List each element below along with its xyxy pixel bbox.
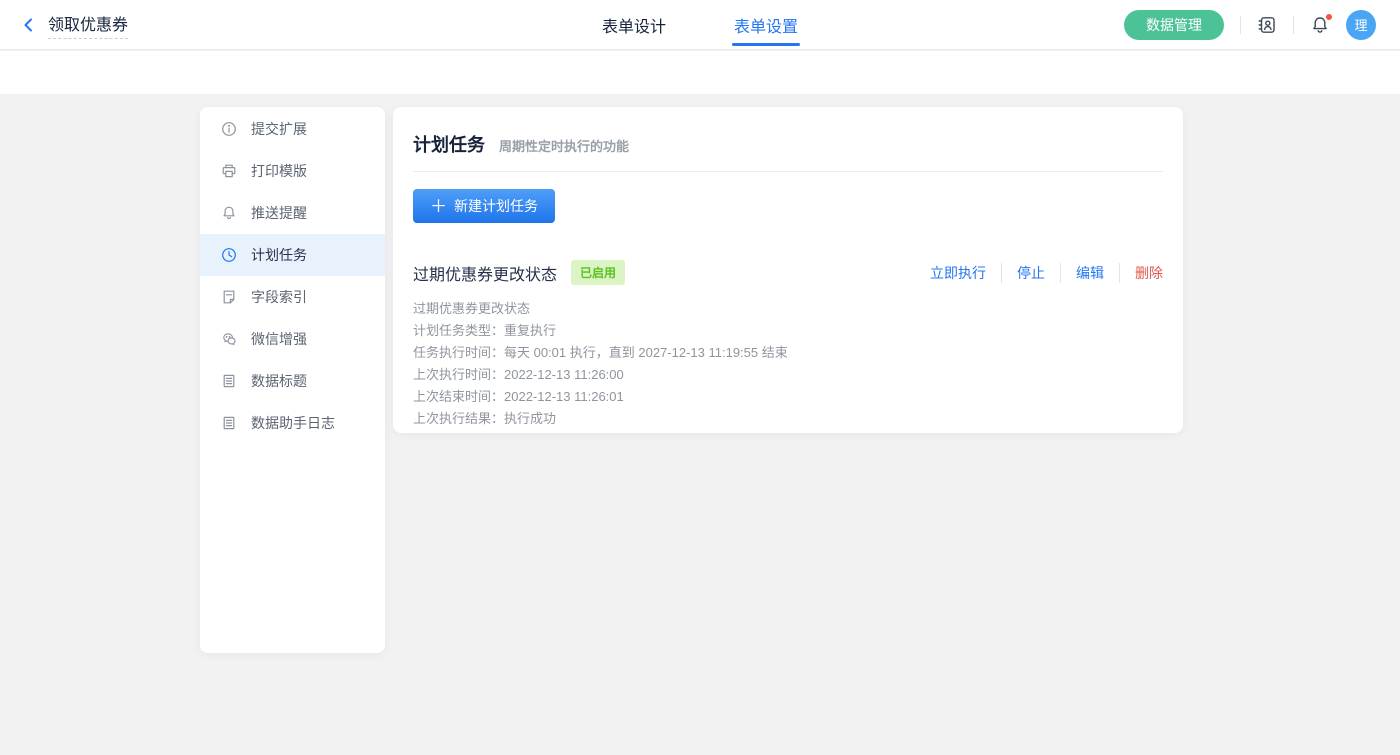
sidebar-item-label: 微信增强 [251, 329, 307, 349]
sidebar-item-label: 字段索引 [251, 287, 307, 307]
divider [1293, 16, 1294, 34]
avatar[interactable]: 理 [1346, 10, 1376, 40]
file-icon [221, 289, 237, 305]
task-action-link[interactable]: 删除 [1119, 263, 1163, 283]
task-detail-line: 上次执行结果：执行成功 [413, 408, 1163, 430]
content-area: 提交扩展 打印模版 推送提醒 计划任务 字段索引 [0, 94, 1400, 755]
task-action-link[interactable]: 停止 [1001, 263, 1045, 283]
sidebar-item[interactable]: 打印模版 [200, 150, 385, 192]
sidebar-item[interactable]: 数据助手日志 [200, 402, 385, 444]
list-icon [221, 373, 237, 389]
sub-header-band [0, 51, 1400, 94]
task-detail-line: 过期优惠券更改状态 [413, 298, 1163, 320]
task-detail-line: 上次结束时间：2022-12-13 11:26:01 [413, 386, 1163, 408]
tab-label: 表单设置 [734, 13, 798, 37]
chevron-left-icon [20, 16, 38, 34]
info-icon [221, 121, 237, 137]
clock-icon [221, 247, 237, 263]
task-detail-line: 任务执行时间：每天 00:01 执行，直到 2027-12-13 11:19:5… [413, 342, 1163, 364]
back-button[interactable] [20, 16, 38, 34]
divider [1240, 16, 1241, 34]
task-header-row: 过期优惠券更改状态 已启用 立即执行 停止 编辑 删除 [413, 260, 1163, 285]
sidebar-item[interactable]: 数据标题 [200, 360, 385, 402]
task-action-link[interactable]: 编辑 [1060, 263, 1104, 283]
sidebar-item-label: 数据标题 [251, 371, 307, 391]
scheduled-tasks-panel: 计划任务 周期性定时执行的功能 ＋ 新建计划任务 过期优惠券更改状态 已启用 立… [393, 107, 1183, 433]
header-tab[interactable]: 表单设计 [600, 0, 668, 49]
page-title: 计划任务 [413, 131, 485, 157]
list-icon [221, 415, 237, 431]
new-scheduled-task-button[interactable]: ＋ 新建计划任务 [413, 189, 555, 223]
task-details: 过期优惠券更改状态 计划任务类型：重复执行 任务执行时间：每天 00:01 执行… [413, 298, 1163, 430]
tab-label: 表单设计 [602, 13, 666, 37]
task-status-badge: 已启用 [571, 260, 625, 285]
sidebar-item-label: 计划任务 [251, 245, 307, 265]
contacts-button[interactable] [1257, 15, 1277, 35]
form-title[interactable]: 领取优惠券 [48, 11, 128, 39]
notifications-button[interactable] [1310, 15, 1330, 35]
sidebar-item[interactable]: 提交扩展 [200, 108, 385, 150]
top-header: 领取优惠券 表单设计 表单设置 数据管理 [0, 0, 1400, 50]
address-book-icon [1257, 15, 1277, 35]
sidebar-item[interactable]: 推送提醒 [200, 192, 385, 234]
sidebar-item-label: 数据助手日志 [251, 413, 335, 433]
header-right: 数据管理 理 [1124, 10, 1400, 40]
task-actions: 立即执行 停止 编辑 删除 [930, 263, 1163, 283]
bell-icon [221, 205, 237, 221]
page-subtitle: 周期性定时执行的功能 [499, 136, 629, 155]
sidebar-item[interactable]: 字段索引 [200, 276, 385, 318]
header-left: 领取优惠券 [0, 11, 360, 39]
notification-badge-dot [1325, 13, 1333, 21]
sidebar-item[interactable]: 微信增强 [200, 318, 385, 360]
settings-sidebar: 提交扩展 打印模版 推送提醒 计划任务 字段索引 [200, 107, 385, 653]
plus-icon: ＋ [430, 198, 447, 215]
sidebar-item-label: 提交扩展 [251, 119, 307, 139]
header-tab[interactable]: 表单设置 [732, 0, 800, 49]
sidebar-item-label: 推送提醒 [251, 203, 307, 223]
task-detail-line: 计划任务类型：重复执行 [413, 320, 1163, 342]
task-action-link[interactable]: 立即执行 [930, 263, 986, 283]
sidebar-item[interactable]: 计划任务 [200, 234, 385, 276]
task-name: 过期优惠券更改状态 [413, 261, 557, 285]
sidebar-item-label: 打印模版 [251, 161, 307, 181]
task-detail-line: 上次执行时间：2022-12-13 11:26:00 [413, 364, 1163, 386]
panel-header: 计划任务 周期性定时执行的功能 [413, 107, 1163, 171]
data-manage-button[interactable]: 数据管理 [1124, 10, 1224, 40]
printer-icon [221, 163, 237, 179]
wechat-icon [221, 331, 237, 347]
new-task-button-label: 新建计划任务 [454, 196, 538, 216]
divider [413, 171, 1163, 172]
